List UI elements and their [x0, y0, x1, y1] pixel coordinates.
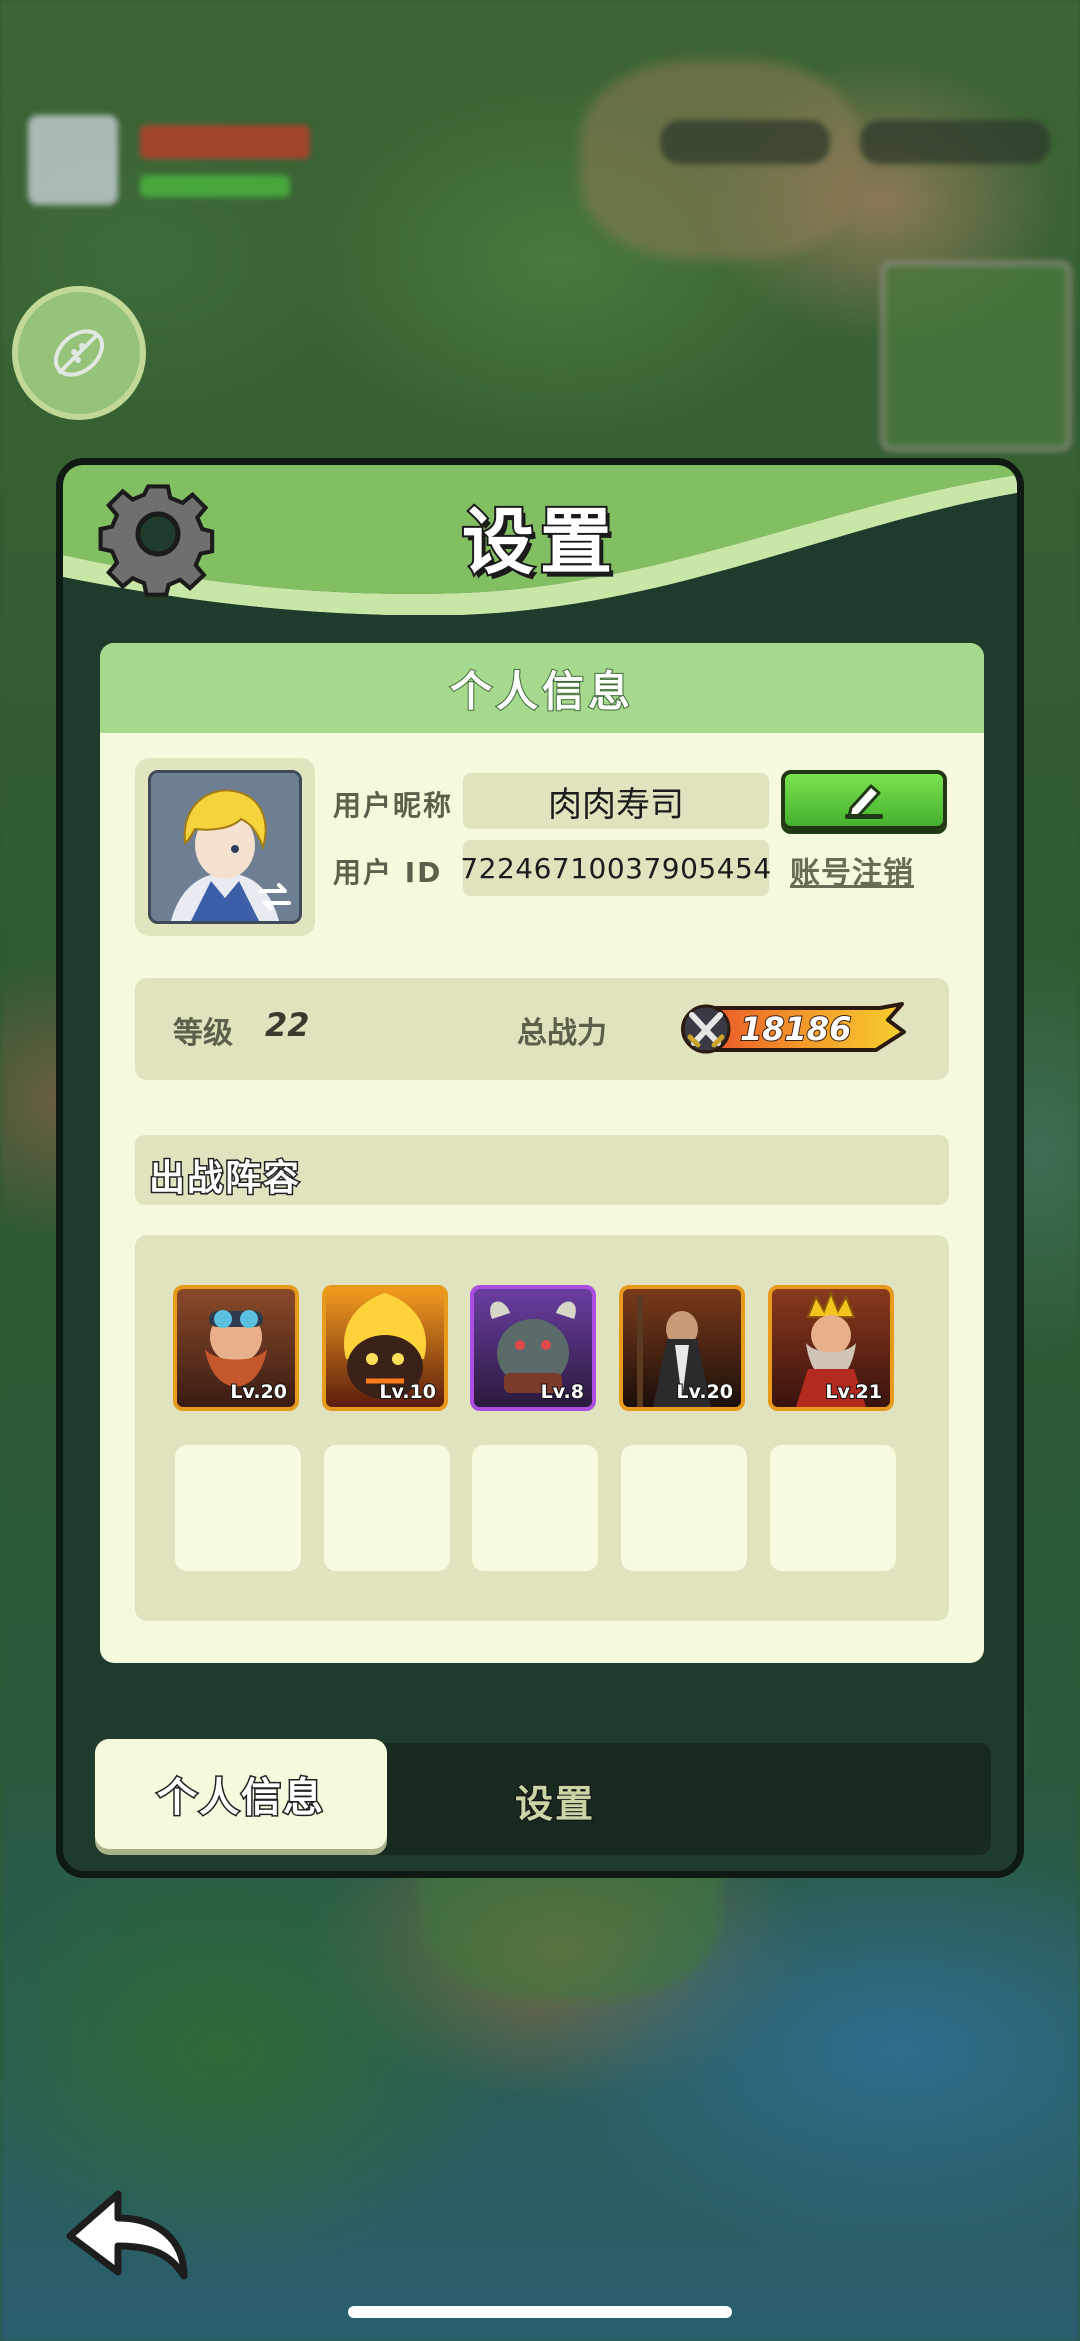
panel-title: 设置 — [460, 498, 618, 586]
empty-hero-slot[interactable] — [324, 1445, 450, 1571]
profile-card: 个人信息 用户昵称 肉肉寿司 用户 ID 72246710037905454 账… — [100, 643, 984, 1663]
avatar-frame[interactable] — [135, 758, 315, 936]
lineup-box: Lv.20 Lv.10 Lv.8 Lv.20 Lv.21 — [135, 1235, 949, 1621]
leaf-icon — [53, 329, 105, 377]
profile-section-title: 个人信息 — [100, 643, 984, 733]
hero-card[interactable]: Lv.10 — [322, 1285, 448, 1411]
switch-avatar-icon[interactable] — [255, 877, 295, 917]
empty-hero-slot[interactable] — [621, 1445, 747, 1571]
power-label: 总战力 — [517, 1016, 607, 1051]
hero-card[interactable]: Lv.8 — [470, 1285, 596, 1411]
hero-card[interactable]: Lv.20 — [619, 1285, 745, 1411]
level-value: 22 — [265, 1006, 310, 1044]
user-id-field: 72246710037905454 — [460, 840, 771, 896]
hud-exp-bar — [140, 175, 290, 197]
hud-resource-gems[interactable] — [660, 120, 830, 164]
user-id-label: 用户 ID — [333, 856, 443, 889]
nickname-field: 肉肉寿司 — [463, 773, 769, 829]
home-indicator[interactable] — [348, 2306, 732, 2318]
hero-level: Lv.20 — [675, 1380, 734, 1404]
edit-nickname-button[interactable] — [781, 770, 947, 830]
stats-box: 等级 22 总战力 18186 — [135, 978, 949, 1080]
crossed-swords-icon — [687, 1012, 725, 1048]
tab-settings[interactable]: 设置 — [514, 1773, 595, 1828]
nickname-label: 用户昵称 — [333, 789, 454, 822]
hud-minimap[interactable] — [880, 260, 1072, 452]
pencil-icon — [845, 784, 883, 819]
hero-card[interactable]: Lv.21 — [768, 1285, 894, 1411]
lineup-header: 出战阵容 — [135, 1135, 949, 1205]
empty-hero-slot[interactable] — [472, 1445, 598, 1571]
level-label: 等级 — [173, 1016, 233, 1051]
empty-hero-slot[interactable] — [770, 1445, 896, 1571]
hero-card[interactable]: Lv.20 — [173, 1285, 299, 1411]
hero-level: Lv.20 — [229, 1380, 288, 1404]
hud-power-bar — [140, 125, 310, 159]
hero-level: Lv.10 — [378, 1380, 437, 1404]
hud-player-avatar[interactable] — [28, 115, 118, 205]
hero-level: Lv.21 — [824, 1380, 883, 1404]
power-badge: 18186 — [680, 1002, 906, 1056]
settings-panel: 设置 个人信息 用户昵称 肉肉寿司 用户 ID 7224671003790545… — [56, 458, 1024, 1878]
panel-header: 设置 — [63, 465, 1017, 615]
lineup-title: 出战阵容 — [147, 1157, 302, 1201]
leaf-menu-button[interactable] — [12, 286, 146, 420]
back-arrow-icon[interactable] — [56, 2180, 196, 2290]
settings-tab-bar: 个人信息 设置 — [95, 1739, 991, 1855]
power-value: 18186 — [739, 1009, 852, 1049]
cancel-account-link[interactable]: 账号注销 — [790, 848, 914, 892]
hero-level: Lv.8 — [540, 1380, 585, 1404]
avatar[interactable] — [148, 770, 302, 924]
empty-hero-slot[interactable] — [175, 1445, 301, 1571]
tab-profile[interactable]: 个人信息 — [95, 1739, 387, 1849]
hud-resource-gold[interactable] — [860, 120, 1050, 164]
